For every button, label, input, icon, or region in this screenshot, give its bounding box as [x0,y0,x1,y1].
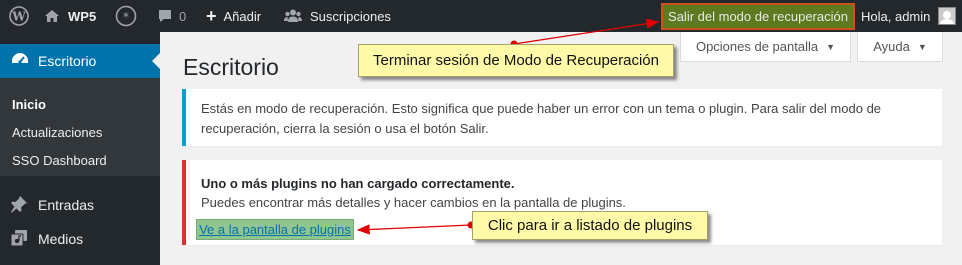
pushpin-icon [10,195,28,216]
comments-link[interactable]: 0 [157,0,186,32]
new-content-label: Añadir [223,8,262,24]
caret-down-icon: ▼ [917,41,927,52]
plugins-screen-link[interactable]: Ve a la pantalla de plugins [196,219,354,240]
svg-text:*: * [123,10,129,24]
subscriptions-link[interactable]: Suscripciones [284,0,391,32]
howdy-label: Hola, admin [861,8,931,24]
submenu-item-sso-dashboard[interactable]: SSO Dashboard [0,146,160,174]
svg-text:W: W [11,10,26,24]
active-menu-notch [152,53,160,69]
page-title: Escritorio [183,54,279,80]
admin-bar: W WP5 * 0 + Añadir Suscripciones Salir d… [0,0,962,32]
plus-icon: + [206,5,217,26]
home-icon [44,8,60,24]
media-icon [10,229,28,250]
sidebar-item-label: Entradas [38,197,95,213]
callout-logout-recovery: Terminar sesión de Modo de Recuperación [358,44,674,77]
help-label: Ayuda [873,39,910,54]
help-button[interactable]: Ayuda ▼ [857,32,943,62]
dashboard-icon [10,50,30,73]
site-name-label: WP5 [68,8,97,24]
screen-options-button[interactable]: Opciones de pantalla ▼ [680,32,851,62]
admin-sidebar: Escritorio Inicio Actualizaciones SSO Da… [0,32,160,265]
plugin-error-body: Puedes encontrar más detalles y hacer ca… [201,195,626,210]
subscriptions-label: Suscripciones [310,8,391,24]
new-content-link[interactable]: + Añadir [206,0,261,32]
avatar [938,7,957,25]
plugin-error-title: Uno o más plugins no han cargado correct… [201,176,515,191]
recovery-notice-text: Estás en modo de recuperación. Esto sign… [201,101,882,136]
sidebar-item-dashboard[interactable]: Escritorio [0,44,160,78]
sidebar-item-label: Medios [38,231,84,247]
sidebar-item-entradas[interactable]: Entradas [0,188,160,222]
wordpress-logo-icon[interactable]: W [9,0,29,32]
caret-down-icon: ▼ [826,41,836,52]
comment-icon [157,8,173,24]
account-menu[interactable]: Hola, admin [861,0,957,32]
exit-recovery-mode-button[interactable]: Salir del modo de recuperación [661,3,855,30]
sidebar-item-medios[interactable]: Medios [0,222,160,256]
comments-count: 0 [179,8,187,24]
customize-icon[interactable]: * [115,0,137,32]
recovery-mode-notice: Estás en modo de recuperación. Esto sign… [182,89,942,146]
screen-options-label: Opciones de pantalla [695,39,819,54]
site-name-link[interactable]: WP5 [44,0,96,32]
callout-plugins-list: Clic para ir a listado de plugins [472,211,708,240]
dashboard-submenu: Inicio Actualizaciones SSO Dashboard [0,78,160,176]
sidebar-item-label: Escritorio [38,53,97,69]
submenu-item-inicio[interactable]: Inicio [0,90,160,118]
users-group-icon [284,8,302,24]
submenu-item-actualizaciones[interactable]: Actualizaciones [0,118,160,146]
